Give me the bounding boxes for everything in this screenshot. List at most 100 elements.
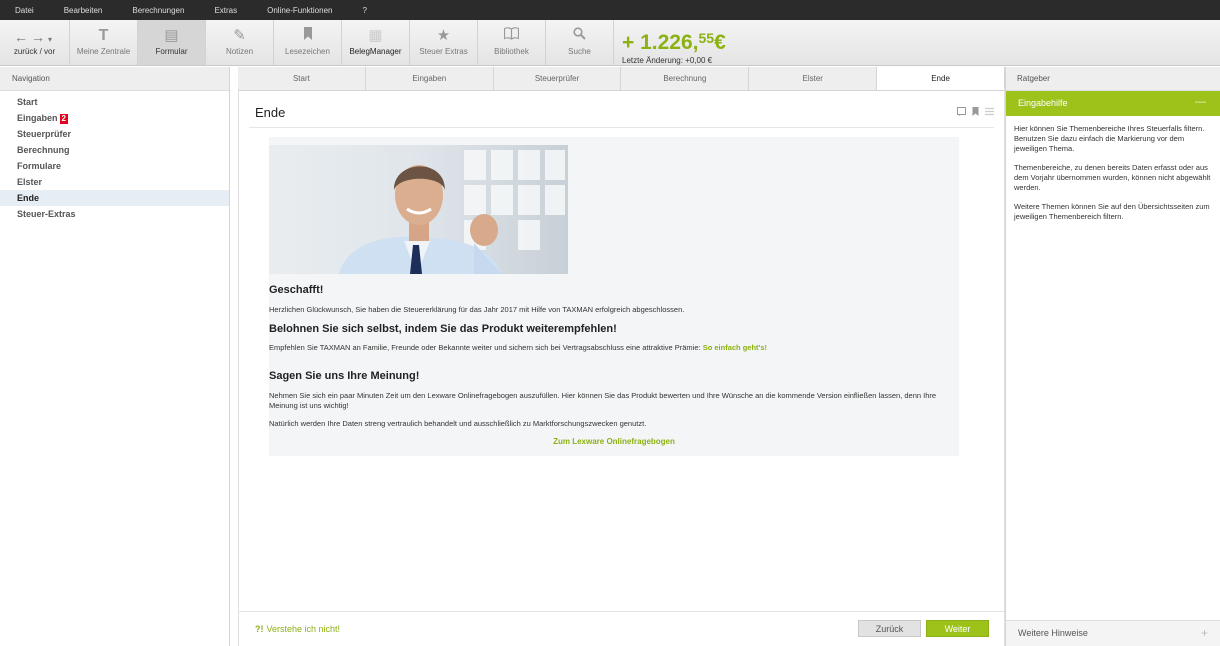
nav-item-steuerpruefer[interactable]: Steuerprüfer <box>0 126 229 142</box>
toolbar-steuer-extras[interactable]: ★ Steuer Extras <box>410 20 478 65</box>
nav-item-eingaben[interactable]: Eingaben 2 <box>0 110 229 126</box>
toolbar-notizen[interactable]: ✎ Notizen <box>206 20 274 65</box>
input-help-body: Hier können Sie Themenbereiche Ihres Ste… <box>1006 116 1220 222</box>
toolbar-formular[interactable]: ▤ Formular <box>138 20 206 65</box>
nav-item-label: Elster <box>17 177 43 187</box>
tab-start[interactable]: Start <box>238 67 366 90</box>
nav-item-label: Steuerprüfer <box>17 129 72 139</box>
toolbar-label: Meine Zentrale <box>76 47 131 56</box>
navigation-panel: Navigation Start Eingaben 2 Steuerprüfer … <box>0 67 230 646</box>
nav-item-ende[interactable]: Ende <box>0 190 229 206</box>
back-forward-label: zurück / vor <box>13 47 56 56</box>
input-help-title: Eingabehilfe <box>1018 98 1068 108</box>
toolbar-label: Suche <box>568 47 591 56</box>
toolbar-label: BelegManager <box>349 47 402 56</box>
more-hints-section[interactable]: Weitere Hinweise + <box>1006 620 1220 646</box>
question-mark-icon: ?! <box>255 624 264 634</box>
menu-bearbeiten[interactable]: Bearbeiten <box>49 6 118 15</box>
congrats-text: Herzlichen Glückwunsch, Sie haben die St… <box>269 305 685 314</box>
menu-extras[interactable]: Extras <box>199 6 252 15</box>
receipt-icon: ▦ <box>368 27 383 44</box>
back-forward-arrows-icon: ←→▾ <box>13 29 55 45</box>
nav-item-start[interactable]: Start <box>0 94 229 110</box>
star-icon: ★ <box>436 27 451 44</box>
recommend-text: Empfehlen Sie TAXMAN an Familie, Freunde… <box>269 343 767 353</box>
nav-item-label: Formulare <box>17 161 62 171</box>
nav-item-label: Ende <box>17 193 40 203</box>
success-photo <box>269 145 568 274</box>
back-button[interactable]: Zurück <box>858 620 921 637</box>
recommend-body: Empfehlen Sie TAXMAN an Familie, Freunde… <box>269 343 701 352</box>
bookmark-icon[interactable] <box>972 107 979 118</box>
list-icon[interactable] <box>985 107 994 118</box>
text-t-icon: T <box>98 27 109 44</box>
content-footer: ?! Verstehe ich nicht! Zurück Weiter <box>238 611 1005 646</box>
heading-geschafft: Geschafft! <box>269 284 324 296</box>
tab-eingaben[interactable]: Eingaben <box>366 67 494 90</box>
toolbar-label: Notizen <box>225 47 254 56</box>
amount-main: + 1.226, <box>622 31 699 54</box>
navigation-header: Navigation <box>0 67 229 91</box>
menu-datei[interactable]: Datei <box>0 6 49 15</box>
next-button[interactable]: Weiter <box>926 620 989 637</box>
menu-berechnungen[interactable]: Berechnungen <box>117 6 199 15</box>
toolbar-label: Bibliothek <box>494 47 529 56</box>
toolbar-suche[interactable]: Suche <box>546 20 614 65</box>
toolbar-meine-zentrale[interactable]: T Meine Zentrale <box>70 20 138 65</box>
toolbar: ←→▾ zurück / vor T Meine Zentrale ▤ Form… <box>0 20 1220 66</box>
toolbar-label: Formular <box>155 47 188 56</box>
heading-feedback: Sagen Sie uns Ihre Meinung! <box>269 370 420 382</box>
tab-steuerpruefer[interactable]: Steuerprüfer <box>494 67 622 90</box>
nav-item-label: Start <box>17 97 38 107</box>
toolbar-label: Steuer Extras <box>419 47 468 56</box>
menu-online-funktionen[interactable]: Online-Funktionen <box>252 6 347 15</box>
help-label: Verstehe ich nicht! <box>266 624 341 634</box>
back-forward-button[interactable]: ←→▾ zurück / vor <box>0 20 70 65</box>
nav-item-formulare[interactable]: Formulare <box>0 158 229 174</box>
collapse-icon[interactable]: — <box>1195 96 1206 108</box>
help-paragraph: Hier können Sie Themenbereiche Ihres Ste… <box>1014 124 1205 153</box>
content-panel: Ende Geschafft! Herzlichen Glückwunsch, … <box>238 91 1005 611</box>
tab-berechnung[interactable]: Berechnung <box>621 67 750 90</box>
nav-item-label: Eingaben <box>17 113 58 123</box>
heading-recommend: Belohnen Sie sich selbst, indem Sie das … <box>269 323 617 335</box>
more-hints-label: Weitere Hinweise <box>1018 628 1088 638</box>
form-icon: ▤ <box>164 27 179 44</box>
amount-cents: 55 <box>698 30 715 46</box>
count-badge: 2 <box>59 114 68 124</box>
menu-help[interactable]: ? <box>347 6 381 15</box>
expand-icon[interactable]: + <box>1201 626 1208 640</box>
so-einfach-link[interactable]: So einfach geht's! <box>703 343 767 352</box>
nav-item-elster[interactable]: Elster <box>0 174 229 190</box>
note-icon[interactable] <box>957 107 966 118</box>
nav-item-label: Steuer-Extras <box>17 209 76 219</box>
help-link[interactable]: ?! Verstehe ich nicht! <box>255 624 340 634</box>
nav-item-berechnung[interactable]: Berechnung <box>0 142 229 158</box>
search-icon <box>573 27 586 45</box>
toolbar-bibliothek[interactable]: Bibliothek <box>478 20 546 65</box>
nav-item-steuer-extras[interactable]: Steuer-Extras <box>0 206 229 222</box>
refund-amount-display: + 1.226,55€ Letzte Änderung: +0,00 € <box>614 20 734 65</box>
step-tabs: Start Eingaben Steuerprüfer Berechnung E… <box>238 67 1005 91</box>
title-divider <box>249 127 994 128</box>
help-paragraph: Themenbereiche, zu denen bereits Daten e… <box>1014 163 1211 192</box>
advisor-header: Ratgeber <box>1006 67 1220 91</box>
survey-link[interactable]: Zum Lexware Onlinefragebogen <box>269 437 959 446</box>
input-help-header[interactable]: Eingabehilfe — <box>1006 91 1220 116</box>
nav-item-label: Berechnung <box>17 145 70 155</box>
book-icon <box>503 27 520 45</box>
amount-currency: € <box>714 31 726 54</box>
toolbar-label: Lesezeichen <box>285 47 330 56</box>
toolbar-lesezeichen[interactable]: Lesezeichen <box>274 20 342 65</box>
tab-elster[interactable]: Elster <box>749 67 878 90</box>
toolbar-belegmanager[interactable]: ▦ BelegManager <box>342 20 410 65</box>
tab-ende[interactable]: Ende <box>877 67 1005 90</box>
main-area: Start Eingaben Steuerprüfer Berechnung E… <box>238 67 1005 646</box>
help-paragraph: Weitere Themen können Sie auf den Übersi… <box>1014 202 1210 221</box>
menu-bar: Datei Bearbeiten Berechnungen Extras Onl… <box>0 0 1220 20</box>
refund-amount: + 1.226,55€ <box>622 26 726 55</box>
title-actions <box>957 107 994 118</box>
feedback-text: Nehmen Sie sich ein paar Minuten Zeit um… <box>269 391 937 410</box>
navigation-list: Start Eingaben 2 Steuerprüfer Berechnung … <box>0 94 229 222</box>
completion-card: Geschafft! Herzlichen Glückwunsch, Sie h… <box>269 137 959 456</box>
